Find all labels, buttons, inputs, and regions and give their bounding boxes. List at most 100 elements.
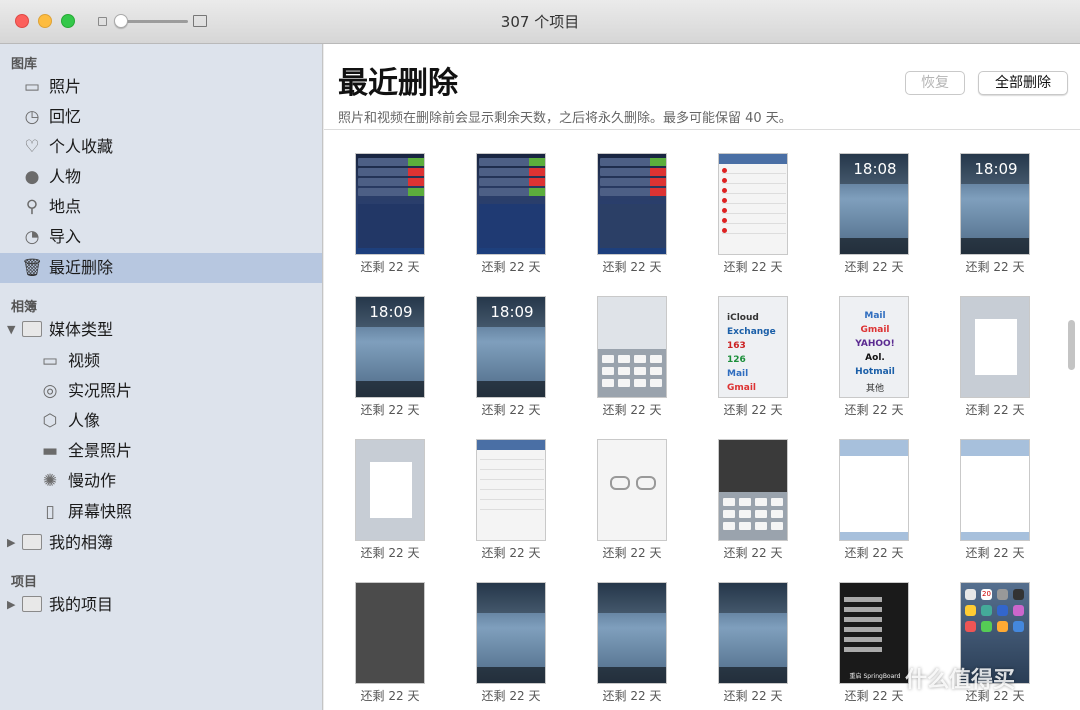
- mail-provider-label: iCloud: [727, 313, 759, 323]
- photo-cell[interactable]: 还剩 22 天: [445, 130, 566, 274]
- screenshot-thumbnail[interactable]: [718, 582, 788, 684]
- delete-all-button[interactable]: 全部删除: [978, 71, 1068, 95]
- photo-cell[interactable]: 还剩 22 天: [929, 273, 1050, 417]
- photo-cell[interactable]: 18:09 还剩 22 天: [929, 130, 1050, 274]
- calendar-app-badge: 20: [981, 589, 992, 600]
- screenshot-thumbnail[interactable]: [597, 296, 667, 398]
- screenshot-thumbnail[interactable]: 18:09: [960, 153, 1030, 255]
- sidebar-item-label: 最近删除: [49, 258, 114, 277]
- screenshot-thumbnail[interactable]: Mail Gmail YAHOO! Aol. Hotmail 其他: [839, 296, 909, 398]
- sidebar-item-my-projects[interactable]: ▶ 我的项目: [0, 590, 322, 620]
- sidebar-item-panoramas[interactable]: ▬ 全景照片: [0, 436, 322, 466]
- photo-cell[interactable]: 还剩 22 天: [929, 416, 1050, 560]
- photo-cell[interactable]: 还剩 22 天: [566, 416, 687, 560]
- sidebar-item-memories[interactable]: ◷ 回忆: [0, 102, 322, 132]
- days-remaining-label: 还剩 22 天: [723, 689, 783, 703]
- sidebar-item-favorites[interactable]: ♡ 个人收藏: [0, 132, 322, 162]
- screenshot-thumbnail[interactable]: [718, 439, 788, 541]
- photo-cell[interactable]: 18:08 还剩 22 天: [808, 130, 929, 274]
- screenshot-thumbnail[interactable]: iCloud Exchange 163 126 Mail Gmail: [718, 296, 788, 398]
- sidebar-item-label: 我的相簿: [49, 533, 114, 552]
- screenshot-thumbnail[interactable]: [355, 582, 425, 684]
- photo-cell[interactable]: iCloud Exchange 163 126 Mail Gmail 还剩 22…: [687, 273, 808, 417]
- sidebar-item-photos[interactable]: ▭ 照片: [0, 72, 322, 102]
- lock-screen-time: 18:09: [369, 303, 413, 321]
- screenshot-thumbnail[interactable]: 18:09: [355, 296, 425, 398]
- photo-cell[interactable]: 还剩 22 天: [324, 130, 445, 274]
- screenshot-thumbnail[interactable]: [960, 296, 1030, 398]
- screenshot-thumbnail[interactable]: [476, 153, 546, 255]
- photo-cell[interactable]: 还剩 22 天: [808, 416, 929, 560]
- photo-cell[interactable]: 18:09 还剩 22 天: [324, 273, 445, 417]
- screenshot-thumbnail[interactable]: [476, 582, 546, 684]
- sidebar-item-slo-mo[interactable]: ✺ 慢动作: [0, 466, 322, 496]
- disclosure-collapsed-icon[interactable]: ▶: [7, 536, 15, 549]
- section-header-albums: 相簿: [11, 300, 38, 315]
- trash-icon: 🗑: [21, 258, 43, 278]
- photo-cell[interactable]: 还剩 22 天: [687, 130, 808, 274]
- photo-cell[interactable]: 18:09 还剩 22 天: [445, 273, 566, 417]
- screenshot-thumbnail[interactable]: [355, 153, 425, 255]
- screenshot-thumbnail[interactable]: [355, 439, 425, 541]
- lock-screen-time: 18:09: [490, 303, 534, 321]
- photo-cell[interactable]: 还剩 22 天: [687, 416, 808, 560]
- sidebar-item-label: 人物: [49, 167, 82, 186]
- slo-mo-icon: ✺: [42, 471, 58, 491]
- screenshot-thumbnail[interactable]: [476, 439, 546, 541]
- sidebar-item-imports[interactable]: ◔ 导入: [0, 222, 322, 252]
- sidebar-item-media-types[interactable]: ▼ 媒体类型: [0, 315, 322, 345]
- screenshot-thumbnail[interactable]: [960, 439, 1030, 541]
- page-description: 照片和视频在删除前会显示剩余天数，之后将永久删除。最多可能保留 40 天。: [338, 111, 792, 126]
- photo-cell[interactable]: Mail Gmail YAHOO! Aol. Hotmail 其他 还剩 22 …: [808, 273, 929, 417]
- sidebar-item-label: 实况照片: [68, 381, 133, 400]
- sidebar-item-label: 我的项目: [49, 595, 114, 614]
- screenshot-thumbnail[interactable]: 18:08: [839, 153, 909, 255]
- mail-provider-label: 126: [727, 355, 746, 365]
- disclosure-expanded-icon[interactable]: ▼: [7, 323, 15, 336]
- clock-icon: ◔: [24, 227, 40, 247]
- cube-icon: ⬡: [42, 411, 58, 431]
- person-icon: ●: [24, 167, 40, 187]
- days-remaining-label: 还剩 22 天: [602, 689, 662, 703]
- sidebar-item-label: 人像: [68, 411, 101, 430]
- screenshot-thumbnail[interactable]: [597, 153, 667, 255]
- sidebar-item-people[interactable]: ● 人物: [0, 162, 322, 192]
- photo-cell[interactable]: 还剩 22 天: [687, 559, 808, 703]
- heart-icon: ♡: [24, 137, 40, 157]
- photo-cell[interactable]: 还剩 22 天: [566, 130, 687, 274]
- sidebar-item-videos[interactable]: ▭ 视频: [0, 346, 322, 376]
- sidebar-item-label: 视频: [68, 351, 101, 370]
- title-bar: 307 个项目: [0, 0, 1080, 44]
- mail-provider-label: YAHOO!: [855, 339, 895, 349]
- disclosure-collapsed-icon[interactable]: ▶: [7, 598, 15, 611]
- mail-provider-label: Mail: [727, 369, 749, 379]
- screenshot-thumbnail[interactable]: 重启 SpringBoard: [839, 582, 909, 684]
- screenshot-thumbnail[interactable]: [839, 439, 909, 541]
- sidebar-item-my-albums[interactable]: ▶ 我的相簿: [0, 528, 322, 558]
- photo-cell[interactable]: 还剩 22 天: [324, 416, 445, 560]
- sidebar-item-recently-deleted[interactable]: 🗑 最近删除: [0, 253, 322, 283]
- page-title: 最近删除: [338, 66, 458, 101]
- screenshot-thumbnail[interactable]: [597, 582, 667, 684]
- panorama-icon: ▬: [41, 441, 59, 461]
- mail-provider-label: 其他: [865, 384, 884, 394]
- photo-cell[interactable]: 还剩 22 天: [566, 559, 687, 703]
- sidebar-item-places[interactable]: ⚲ 地点: [0, 192, 322, 222]
- photo-cell[interactable]: 还剩 22 天: [324, 559, 445, 703]
- photo-cell[interactable]: 还剩 22 天: [445, 416, 566, 560]
- photo-cell[interactable]: 还剩 22 天: [566, 273, 687, 417]
- screenshot-thumbnail[interactable]: 18:09: [476, 296, 546, 398]
- sidebar-item-screenshots[interactable]: ▯ 屏幕快照: [0, 497, 322, 527]
- vertical-scrollbar[interactable]: [1068, 320, 1075, 370]
- lock-screen-time: 18:08: [853, 160, 897, 178]
- mail-provider-label: Exchange: [727, 327, 776, 337]
- section-header-library: 图库: [11, 57, 38, 72]
- days-remaining-label: 还剩 22 天: [360, 689, 420, 703]
- photo-cell[interactable]: 还剩 22 天: [445, 559, 566, 703]
- sidebar-item-portrait[interactable]: ⬡ 人像: [0, 406, 322, 436]
- screenshot-thumbnail[interactable]: [718, 153, 788, 255]
- restore-button[interactable]: 恢复: [905, 71, 965, 95]
- watermark: 什么值得买: [905, 668, 1016, 693]
- screenshot-thumbnail[interactable]: [597, 439, 667, 541]
- sidebar-item-live-photos[interactable]: ◎ 实况照片: [0, 376, 322, 406]
